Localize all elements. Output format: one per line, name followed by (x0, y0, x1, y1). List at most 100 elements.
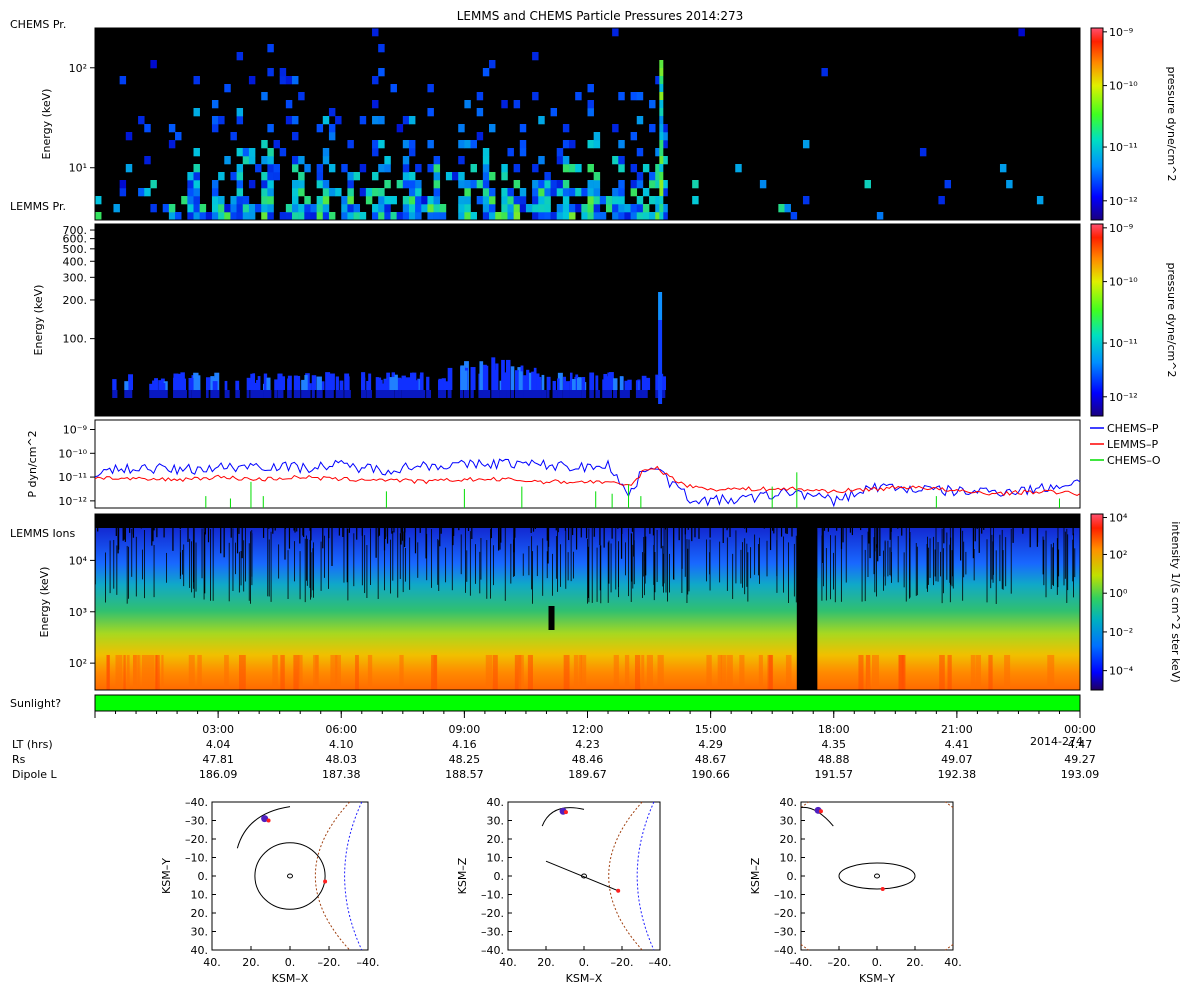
heatmap-cell (587, 188, 594, 197)
heatmap-cell (322, 212, 330, 221)
heatmap-cell (285, 76, 293, 85)
heatmap-cell (322, 148, 330, 157)
orbit-ytick-label: 10. (191, 889, 209, 902)
heatmap-cell (659, 188, 664, 196)
heatmap-cell (236, 108, 244, 117)
heatmap-cell (618, 204, 625, 213)
heatmap-cell (328, 188, 336, 197)
heatmap-cell (659, 92, 664, 100)
heatmap-cell (236, 212, 244, 221)
heatmap-cell (361, 390, 366, 398)
heatmap-cell (380, 383, 385, 390)
heatmap-cell (532, 212, 539, 221)
heatmap-cell (402, 156, 410, 165)
ions-warm-streak (975, 655, 982, 690)
heatmap-cell (532, 52, 539, 61)
heatmap-cell (236, 172, 244, 181)
heatmap-cell (659, 60, 664, 68)
heatmap-cell (438, 380, 444, 390)
heatmap-cell (113, 204, 120, 213)
ions-warm-streak (431, 655, 438, 690)
heatmap-cell (257, 390, 264, 398)
heatmap-cell (658, 334, 663, 341)
heatmap-cell (658, 306, 663, 313)
heatmap-cell (493, 390, 498, 398)
heatmap-cell (464, 140, 471, 149)
heatmap-cell (287, 390, 292, 398)
ions-warm-streak (115, 655, 123, 690)
heatmap-cell (353, 172, 361, 181)
heatmap-cell (501, 188, 508, 197)
heatmap-cell (519, 148, 527, 157)
heatmap-cell (230, 172, 237, 181)
ions-warm-streak (939, 655, 945, 690)
heatmap-cell (636, 172, 644, 181)
heatmap-cell (292, 132, 299, 141)
heatmap-cell (612, 212, 619, 221)
heatmap-cell (802, 140, 810, 149)
heatmap-cell (476, 180, 484, 189)
heatmap-cell (408, 196, 416, 205)
heatmap-cell (458, 172, 465, 181)
heatmap-cell (513, 164, 521, 173)
orbit-ytick-label: –40. (774, 944, 797, 957)
heatmap-cell (236, 196, 244, 205)
heatmap-cell (595, 390, 600, 398)
heatmap-cell (426, 390, 432, 398)
heatmap-cell (218, 116, 225, 125)
heatmap-cell (267, 68, 274, 77)
heatmap-cell (267, 172, 274, 181)
end-date-label: 2014-274 (1030, 735, 1083, 748)
ions-colorbar-label: intensity 1/(s cm^2 ster keV) (1169, 521, 1182, 682)
ephemeris-value: 48.25 (449, 753, 481, 766)
heatmap-cell (347, 212, 354, 221)
heatmap-cell (581, 212, 588, 221)
heatmap-cell (119, 76, 127, 85)
heatmap-cell (507, 188, 514, 197)
heatmap-cell (372, 188, 379, 197)
heatmap-cell (384, 212, 391, 221)
heatmap-cell (154, 378, 158, 390)
heatmap-cell (636, 180, 644, 189)
heatmap-cell (659, 68, 664, 76)
heatmap-cell (618, 212, 625, 221)
heatmap-cell (544, 204, 551, 213)
ytick-label: 300. (63, 271, 88, 284)
ephemeris-value: 49.07 (941, 753, 973, 766)
heatmap-cell (482, 164, 490, 173)
heatmap-cell (587, 196, 594, 205)
heatmap-cell (316, 390, 322, 398)
heatmap-cell (612, 156, 619, 165)
ions-warm-streak (970, 655, 976, 690)
heatmap-cell (658, 292, 663, 299)
orbit-xtick-label: –40. (649, 956, 672, 969)
ephemeris-value: 193.09 (1061, 768, 1100, 781)
heatmap-cell (187, 204, 194, 213)
ephemeris-value: 49.27 (1064, 753, 1096, 766)
heatmap-cell (187, 196, 194, 205)
orbit-plot: –40. –20. 0. 20. 40. 40. 30. 20. 10. 0. –10. –20. –3… (749, 796, 962, 985)
heatmap-cell (433, 188, 441, 197)
heatmap-cell (587, 108, 594, 117)
heatmap-cell (433, 204, 441, 213)
orbit-ylabel: KSM–Y (160, 858, 173, 894)
heatmap-cell (458, 180, 465, 189)
heatmap-cell (246, 390, 250, 398)
heatmap-cell (267, 164, 274, 173)
heatmap-cell (261, 180, 268, 189)
heatmap-cell (550, 180, 558, 189)
heatmap-cell (482, 156, 490, 165)
heatmap-cell (482, 212, 490, 221)
heatmap-cell (550, 188, 558, 197)
ions-warm-streak (641, 655, 645, 690)
heatmap-cell (445, 172, 453, 181)
heatmap-cell (630, 164, 638, 173)
heatmap-cell (541, 374, 545, 390)
orbit-xtick-label: 0. (285, 956, 296, 969)
heatmap-cell (562, 204, 570, 213)
heatmap-cell (515, 370, 520, 390)
heatmap-cell (187, 172, 194, 181)
colorbar-tick-label: 10⁰ (1109, 587, 1128, 600)
heatmap-cell (513, 100, 521, 109)
heatmap-cell (919, 148, 927, 157)
